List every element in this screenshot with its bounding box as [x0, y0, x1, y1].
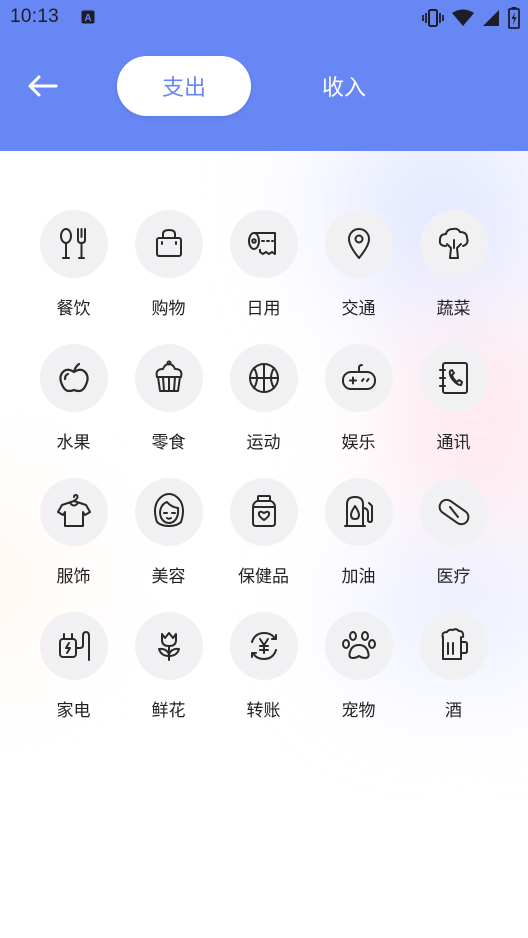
tab-income[interactable]: 收入	[277, 56, 411, 116]
category-label: 娱乐	[341, 433, 376, 453]
shopping-bag-icon	[155, 229, 182, 257]
fuel-pump-icon	[343, 496, 373, 527]
category-label: 医疗	[436, 567, 471, 587]
category-label: 餐饮	[56, 299, 91, 319]
status-time: 10:13	[10, 6, 60, 27]
notification-a-icon: A	[81, 10, 95, 24]
category-label: 零食	[151, 433, 186, 453]
category-label: 运动	[246, 433, 281, 453]
category-label: 服饰	[56, 567, 91, 587]
category-appliances[interactable]: 家电	[26, 612, 121, 742]
category-clothing[interactable]: 服饰	[26, 478, 121, 608]
plug-icon	[58, 631, 90, 661]
pill-icon	[438, 498, 469, 526]
apple-icon	[58, 362, 89, 393]
category-label: 日用	[246, 299, 281, 319]
category-beauty[interactable]: 美容	[121, 478, 216, 608]
category-label: 购物	[151, 299, 186, 319]
category-label: 转账	[246, 701, 281, 721]
tshirt-icon	[56, 494, 91, 527]
basketball-icon	[248, 363, 279, 393]
signal-icon	[483, 10, 499, 26]
category-label: 通讯	[436, 433, 471, 453]
category-shopping[interactable]: 购物	[121, 210, 216, 340]
category-alcohol[interactable]: 酒	[406, 612, 501, 742]
category-label: 美容	[151, 567, 186, 587]
category-entertainment[interactable]: 娱乐	[311, 344, 406, 474]
category-vegetables[interactable]: 蔬菜	[406, 210, 501, 340]
wifi-icon	[452, 9, 474, 26]
cupcake-icon	[155, 360, 182, 392]
category-daily[interactable]: 日用	[216, 210, 311, 340]
battery-icon	[508, 7, 520, 29]
category-fruit[interactable]: 水果	[26, 344, 121, 474]
category-snacks[interactable]: 零食	[121, 344, 216, 474]
beer-mug-icon	[441, 628, 468, 660]
vibrate-icon	[422, 9, 444, 27]
paw-icon	[341, 631, 376, 659]
category-label: 酒	[445, 701, 462, 721]
category-label: 保健品	[238, 567, 289, 587]
category-dining[interactable]: 餐饮	[26, 210, 121, 340]
category-pets[interactable]: 宠物	[311, 612, 406, 742]
category-medical[interactable]: 医疗	[406, 478, 501, 608]
location-pin-icon	[347, 228, 370, 259]
category-transport[interactable]: 交通	[311, 210, 406, 340]
category-label: 家电	[56, 701, 91, 721]
back-button[interactable]	[24, 70, 60, 102]
category-fuel[interactable]: 加油	[311, 478, 406, 608]
fork-spoon-icon	[59, 228, 86, 259]
svg-text:A: A	[84, 13, 91, 24]
category-label: 交通	[341, 299, 376, 319]
woman-face-icon	[153, 493, 184, 527]
arrow-left-icon	[28, 75, 58, 97]
medicine-jar-icon	[251, 495, 276, 527]
broccoli-icon	[438, 227, 468, 259]
category-transfer[interactable]: 转账	[216, 612, 311, 742]
tulip-icon	[157, 632, 180, 661]
category-communication[interactable]: 通讯	[406, 344, 501, 474]
category-label: 加油	[341, 567, 376, 587]
category-sports[interactable]: 运动	[216, 344, 311, 474]
category-panel: 餐饮 购物 日用 交通 蔬菜 水果 零食 运动 娱乐 通讯 服饰 美容 保健品 …	[0, 151, 528, 938]
phone-book-icon	[438, 362, 468, 394]
status-bar: 10:13 A	[0, 0, 528, 36]
toilet-paper-icon	[247, 232, 276, 255]
category-label: 宠物	[341, 701, 376, 721]
category-label: 蔬菜	[436, 299, 471, 319]
transfer-yen-icon	[250, 632, 277, 660]
category-flowers[interactable]: 鲜花	[121, 612, 216, 742]
tab-expense[interactable]: 支出	[117, 56, 251, 116]
gamepad-icon	[341, 364, 376, 390]
category-label: 鲜花	[151, 701, 186, 721]
category-label: 水果	[56, 433, 91, 453]
category-health-supplements[interactable]: 保健品	[216, 478, 311, 608]
header-bar: 10:13 A 支出 收入	[0, 0, 528, 151]
